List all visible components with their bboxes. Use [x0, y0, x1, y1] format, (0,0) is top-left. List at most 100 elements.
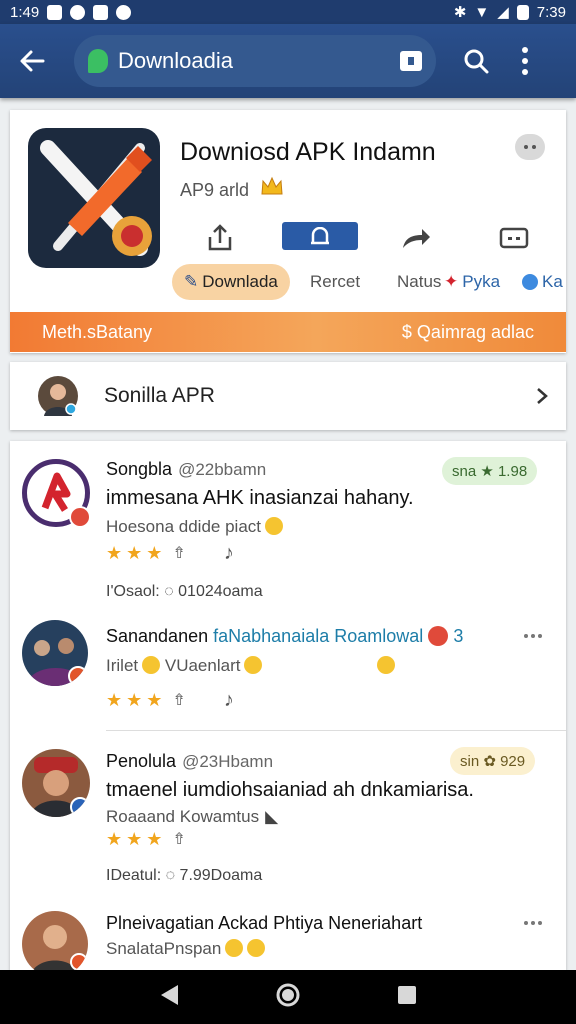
tag-recent[interactable]: Rercet — [310, 264, 360, 300]
music-icon[interactable]: ♪ — [224, 542, 234, 565]
badge-icon — [68, 666, 88, 686]
more-options-button[interactable] — [524, 626, 548, 646]
status-clock: 7:39 — [536, 3, 566, 21]
overflow-menu-button[interactable] — [510, 41, 540, 81]
emoji-icon — [265, 517, 284, 535]
reviewer-name-text: Sanandanen — [106, 626, 209, 646]
emoji-icon — [247, 939, 266, 957]
reviewer-handle: @22bbamn — [178, 460, 267, 479]
tag-pyka-label: Pyka — [462, 272, 501, 291]
review-subtext-label: SnalataPnspan — [106, 939, 222, 958]
counter-value: 3 — [453, 626, 464, 646]
more-options-button[interactable] — [524, 913, 548, 933]
nav-back-button[interactable] — [158, 983, 180, 1012]
review-subtext: SnalataPnspan — [106, 939, 266, 959]
app-subtitle-text: AP9 arld — [180, 180, 250, 200]
star-icon: ★ — [146, 542, 163, 563]
screen-button[interactable] — [494, 220, 534, 256]
star-icon: ★ — [106, 542, 123, 563]
reviewer-name-link[interactable]: faNabhanaiala — [213, 626, 329, 646]
search-button[interactable] — [456, 41, 496, 81]
bluetooth-icon: ✱ — [453, 4, 467, 21]
thumb-icon[interactable]: ⇮ — [172, 690, 185, 710]
install-button[interactable] — [282, 222, 358, 250]
star-icon: ✦ — [444, 272, 459, 291]
battery-icon — [516, 4, 529, 20]
action-row — [200, 220, 540, 256]
url-field[interactable]: Downloadia — [74, 35, 436, 87]
star-icon: ★ — [106, 828, 123, 849]
forward-button[interactable] — [396, 220, 436, 256]
review-subtext: Roaaand Kowamtus ◣ — [106, 807, 278, 827]
tag-download[interactable]: ✎ Downlada — [172, 264, 290, 300]
section-row[interactable]: Sonilla APR — [10, 362, 566, 430]
url-text: Downloadia — [118, 48, 233, 73]
upload-icon — [208, 224, 232, 251]
emoji-icon — [225, 939, 244, 957]
music-icon[interactable]: ♪ — [224, 689, 234, 712]
reviewer-name: Penolula @23Hbamn — [106, 751, 273, 772]
star-icon: ★ — [126, 689, 143, 710]
share-upload-button[interactable] — [200, 220, 240, 256]
banner-right-text: $ Qaimrag adlac — [401, 321, 534, 342]
review-text-2: VUaenlart — [164, 656, 241, 675]
tag-row: ✎ Downlada Rercet Natus ✦ Pyka Ka — [170, 264, 566, 300]
promo-banner[interactable]: Meth.sBatany $ Qaimrag adlac — [10, 312, 566, 352]
reviewer-name-text: Penolula — [106, 751, 177, 771]
download-icon — [311, 227, 329, 245]
emoji-icon — [244, 656, 263, 674]
verified-icon — [70, 797, 90, 817]
reviewer-name-link-2[interactable]: Roamlowal — [334, 626, 423, 646]
notification-icon — [47, 4, 63, 20]
star-rating: ★ ★ ★ ⇮ ♪ — [106, 689, 234, 712]
leaf-icon — [88, 49, 108, 73]
tag-pyka[interactable]: ✦ Pyka — [444, 264, 500, 300]
status-time: 1:49 — [10, 3, 40, 21]
avatar — [22, 911, 88, 971]
wifi-icon: ▼ — [474, 3, 490, 21]
badge-icon — [70, 953, 88, 971]
globe-icon — [522, 274, 538, 290]
review-subtext: Hoesona ddide piact — [106, 517, 284, 537]
emoji-icon — [377, 656, 396, 674]
star-icon: ★ — [126, 542, 143, 563]
reviewer-name: Songbla @22bbamn — [106, 459, 266, 480]
app-card: Downiosd APK Indamn AP9 arld ✎ Downlada … — [10, 110, 566, 353]
back-button[interactable] — [12, 41, 52, 81]
review-subtext: Irilet VUaenlart — [106, 656, 396, 676]
tag-ka[interactable]: Ka — [522, 264, 563, 300]
nav-recents-button[interactable] — [396, 984, 418, 1011]
review-item: Plneivagatian Ackad Phtiya Neneriahart S… — [10, 901, 566, 971]
tag-natus[interactable]: Natus — [397, 264, 441, 300]
review-item: Penolula @23Hbamn sin ✿ 929 tmaenel iumdi… — [10, 731, 566, 901]
more-options-button[interactable] — [515, 134, 545, 160]
review-text: Irilet — [106, 656, 139, 675]
rating-badge: sna ★ 1.98 — [442, 457, 538, 485]
app-logo-icon — [28, 128, 160, 268]
review-footer: I'Osaol: ◌ 01024oama — [106, 583, 263, 600]
review-text: tmaenel iumdiohsaianiad ah dnkamiarisa. — [106, 779, 474, 801]
app-subtitle: AP9 arld — [180, 176, 284, 201]
counter-badge — [428, 626, 449, 646]
star-rating: ★ ★ ★ ⇮ ♪ — [106, 542, 234, 565]
thumb-icon[interactable]: ⇮ — [172, 543, 185, 563]
sync-icon — [70, 4, 86, 20]
nav-home-button[interactable] — [275, 982, 301, 1013]
star-icon: ★ — [146, 828, 163, 849]
signal-icon: ◢ — [497, 4, 509, 21]
reviewer-name-text: Songbla — [106, 459, 173, 479]
review-text: immesana AHK inasianzai hahany. — [106, 487, 414, 509]
badge-icon — [69, 506, 91, 528]
app-bar: Downloadia — [0, 24, 576, 98]
star-icon: ★ — [146, 689, 163, 710]
banner-left-text: Meth.sBatany — [42, 321, 153, 342]
forward-arrow-icon — [403, 229, 430, 248]
star-rating: ★ ★ ★ ⇮ — [106, 829, 186, 849]
review-subtext-label: Hoesona ddide piact — [106, 517, 262, 536]
shield-icon — [93, 4, 109, 20]
app-title: Downiosd APK Indamn — [180, 138, 436, 166]
thumb-icon[interactable]: ⇮ — [172, 829, 185, 849]
tabs-icon[interactable] — [400, 51, 422, 71]
reviewer-handle: @23Hbamn — [182, 752, 274, 771]
screen-icon — [499, 227, 529, 249]
